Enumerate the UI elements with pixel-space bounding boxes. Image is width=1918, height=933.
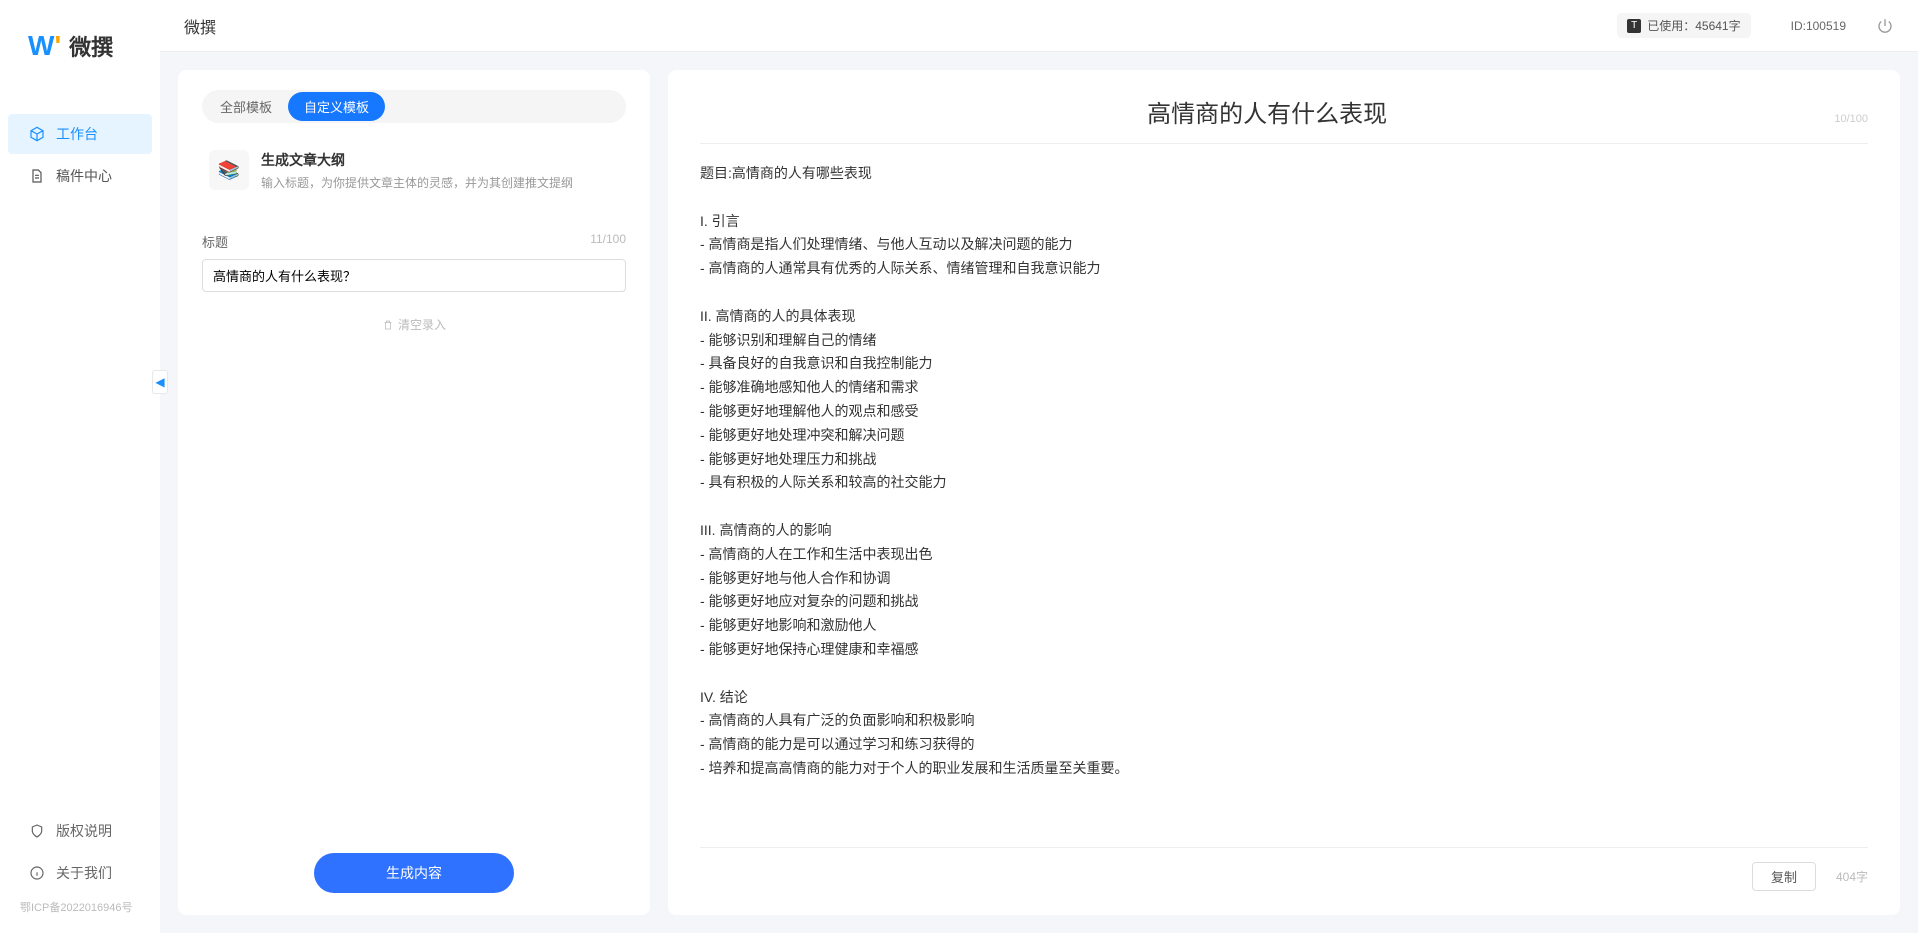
doc-title: 高情商的人有什么表现 bbox=[700, 94, 1834, 129]
user-id: ID:100519 bbox=[1791, 19, 1846, 33]
title-input[interactable] bbox=[202, 259, 626, 292]
output-panel: 高情商的人有什么表现 10/100 题目:高情商的人有哪些表现 I. 引言 - … bbox=[668, 70, 1900, 915]
usage-badge: T 已使用：45641字 bbox=[1617, 13, 1750, 38]
clear-input-button[interactable]: 清空录入 bbox=[202, 316, 626, 333]
nav-label: 工作台 bbox=[56, 124, 98, 144]
title-field-label: 标题 bbox=[202, 232, 228, 251]
topbar: 微撰 T 已使用：45641字 ID:100519 bbox=[160, 0, 1918, 52]
trash-icon bbox=[382, 319, 394, 331]
nav-item-copyright[interactable]: 版权说明 bbox=[8, 811, 152, 851]
doc-title-counter: 10/100 bbox=[1834, 113, 1868, 125]
logo: W' 微撰 bbox=[0, 30, 160, 62]
clear-label: 清空录入 bbox=[398, 316, 446, 333]
icp-footer: 鄂ICP备2022016946号 bbox=[0, 895, 160, 923]
nav-main: 工作台 稿件中心 bbox=[0, 112, 160, 809]
main: 微撰 T 已使用：45641字 ID:100519 全部模板 自定义模板 📚 bbox=[160, 0, 1918, 933]
sidebar: W' 微撰 工作台 稿件中心 版权说明 关于我们 鄂ICP备2022016946… bbox=[0, 0, 160, 933]
input-panel: 全部模板 自定义模板 📚 生成文章大纲 输入标题，为你提供文章主体的灵感，并为其… bbox=[178, 70, 650, 915]
tab-all-templates[interactable]: 全部模板 bbox=[204, 92, 288, 121]
template-desc: 输入标题，为你提供文章主体的灵感，并为其创建推文提纲 bbox=[261, 174, 573, 191]
nav-bottom: 版权说明 关于我们 鄂ICP备2022016946号 bbox=[0, 809, 160, 933]
usage-text: 已使用：45641字 bbox=[1647, 17, 1740, 34]
chevron-left-icon: ◀ bbox=[155, 375, 164, 389]
text-count-icon: T bbox=[1627, 19, 1641, 33]
books-icon: 📚 bbox=[218, 160, 240, 181]
power-button[interactable] bbox=[1876, 17, 1894, 35]
logo-text: 微撰 bbox=[69, 30, 113, 62]
tab-custom-templates[interactable]: 自定义模板 bbox=[288, 92, 385, 121]
copy-button[interactable]: 复制 bbox=[1752, 862, 1816, 891]
nav-label: 版权说明 bbox=[56, 821, 112, 841]
nav-label: 关于我们 bbox=[56, 863, 112, 883]
template-card-icon: 📚 bbox=[209, 150, 249, 190]
doc-body[interactable]: 题目:高情商的人有哪些表现 I. 引言 - 高情商是指人们处理情绪、与他人互动以… bbox=[700, 162, 1868, 847]
nav-item-drafts[interactable]: 稿件中心 bbox=[8, 156, 152, 196]
shield-icon bbox=[28, 822, 46, 840]
cube-icon bbox=[28, 125, 46, 143]
title-field-counter: 11/100 bbox=[590, 232, 626, 251]
template-tabs: 全部模板 自定义模板 bbox=[202, 90, 626, 123]
nav-item-about[interactable]: 关于我们 bbox=[8, 853, 152, 893]
page-title: 微撰 bbox=[184, 14, 216, 38]
content: 全部模板 自定义模板 📚 生成文章大纲 输入标题，为你提供文章主体的灵感，并为其… bbox=[160, 52, 1918, 933]
document-icon bbox=[28, 167, 46, 185]
nav-label: 稿件中心 bbox=[56, 166, 112, 186]
collapse-sidebar-button[interactable]: ◀ bbox=[152, 370, 168, 394]
doc-title-row: 高情商的人有什么表现 10/100 bbox=[700, 94, 1868, 144]
info-icon bbox=[28, 864, 46, 882]
template-title: 生成文章大纲 bbox=[261, 150, 573, 170]
generate-button[interactable]: 生成内容 bbox=[314, 853, 514, 893]
doc-footer: 复制 404字 bbox=[700, 847, 1868, 891]
char-count: 404字 bbox=[1836, 868, 1868, 885]
template-card[interactable]: 📚 生成文章大纲 输入标题，为你提供文章主体的灵感，并为其创建推文提纲 bbox=[202, 143, 626, 198]
field-label-row: 标题 11/100 bbox=[202, 232, 626, 251]
nav-item-workspace[interactable]: 工作台 bbox=[8, 114, 152, 154]
power-icon bbox=[1876, 17, 1894, 35]
logo-mark: W' bbox=[28, 30, 61, 62]
